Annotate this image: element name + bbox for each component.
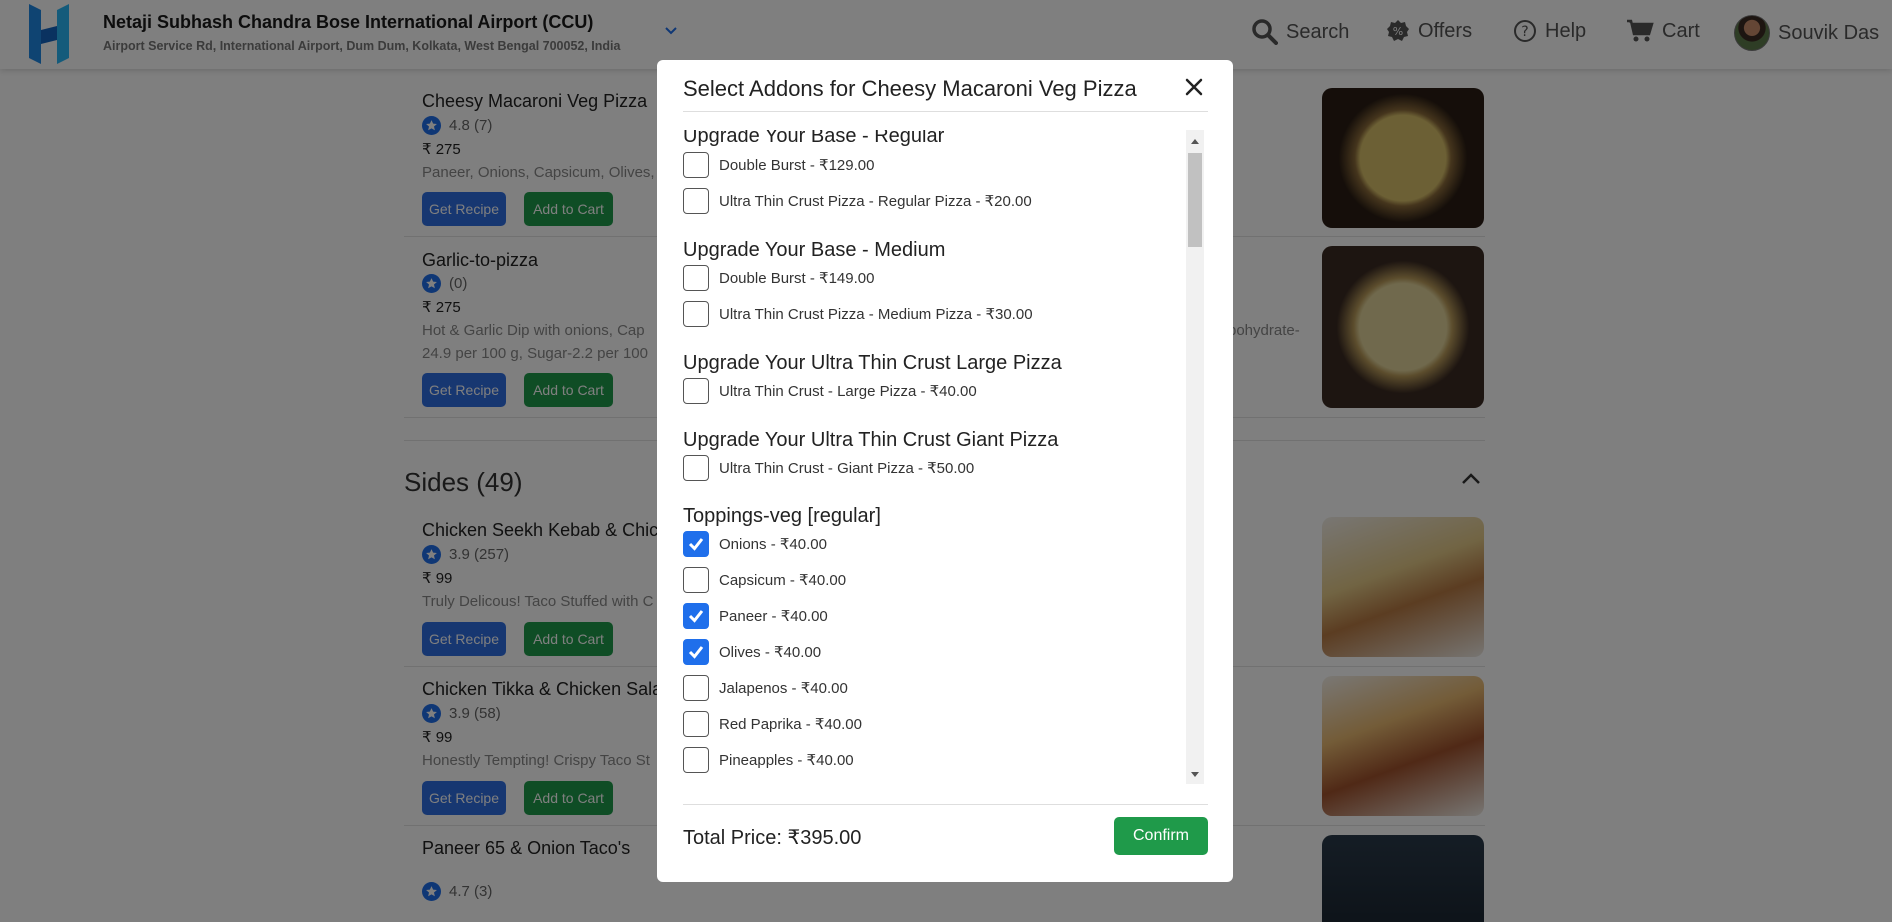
addon-group-title: Upgrade Your Ultra Thin Crust Giant Pizz…	[683, 429, 1059, 451]
checkbox[interactable]	[683, 378, 709, 404]
addon-group-title: Toppings-veg [regular]	[683, 505, 881, 527]
addon-option-label: Paneer - ₹40.00	[719, 608, 828, 625]
checkbox[interactable]	[683, 265, 709, 291]
checkbox[interactable]	[683, 747, 709, 773]
addon-option[interactable]: Double Burst - ₹129.00	[683, 152, 874, 178]
checkbox[interactable]	[683, 603, 709, 629]
addon-option[interactable]: Ultra Thin Crust - Large Pizza - ₹40.00	[683, 378, 977, 404]
total-price: Total Price: ₹395.00	[683, 827, 862, 849]
close-icon[interactable]	[1181, 74, 1207, 100]
addon-option[interactable]: Olives - ₹40.00	[683, 639, 821, 665]
addon-option[interactable]: Onions - ₹40.00	[683, 531, 827, 557]
checkbox[interactable]	[683, 531, 709, 557]
addon-option[interactable]: Ultra Thin Crust Pizza - Regular Pizza -…	[683, 188, 1032, 214]
addon-group-title: Upgrade Your Base - Medium	[683, 239, 946, 261]
scroll-up-arrow-icon[interactable]	[1190, 137, 1200, 145]
confirm-button[interactable]: Confirm	[1114, 817, 1208, 855]
addon-option-label: Ultra Thin Crust - Large Pizza - ₹40.00	[719, 383, 977, 400]
checkbox[interactable]	[683, 455, 709, 481]
addon-option-label: Red Paprika - ₹40.00	[719, 716, 862, 733]
addon-group-title: Upgrade Your Base - Regular	[683, 130, 945, 147]
addon-option-label: Ultra Thin Crust Pizza - Medium Pizza - …	[719, 306, 1033, 323]
addon-option-label: Pineapples - ₹40.00	[719, 752, 854, 769]
addons-modal: Select Addons for Cheesy Macaroni Veg Pi…	[657, 60, 1233, 882]
checkbox[interactable]	[683, 567, 709, 593]
addon-option-label: Double Burst - ₹149.00	[719, 270, 875, 287]
addon-option-label: Onions - ₹40.00	[719, 536, 827, 553]
divider	[683, 111, 1208, 112]
checkbox[interactable]	[683, 152, 709, 178]
addon-option-label: Double Burst - ₹129.00	[719, 157, 875, 174]
divider	[683, 804, 1208, 805]
check-icon	[688, 646, 704, 659]
addon-option[interactable]: Paneer - ₹40.00	[683, 603, 828, 629]
addon-option-label: Ultra Thin Crust Pizza - Regular Pizza -…	[719, 193, 1032, 210]
addon-option[interactable]: Ultra Thin Crust Pizza - Medium Pizza - …	[683, 301, 1033, 327]
addon-group-title: Upgrade Your Ultra Thin Crust Large Pizz…	[683, 352, 1062, 374]
modal-title: Select Addons for Cheesy Macaroni Veg Pi…	[683, 76, 1137, 101]
scrollbar-thumb[interactable]	[1188, 153, 1202, 247]
addon-option-label: Ultra Thin Crust - Giant Pizza - ₹50.00	[719, 460, 975, 477]
addon-option-label: Jalapenos - ₹40.00	[719, 680, 848, 697]
addon-option-label: Olives - ₹40.00	[719, 644, 822, 661]
scroll-down-arrow-icon[interactable]	[1190, 771, 1200, 779]
addons-scroll-area[interactable]: Upgrade Your Base - Regular Double Burst…	[683, 130, 1208, 785]
checkbox[interactable]	[683, 639, 709, 665]
check-icon	[688, 610, 704, 623]
addon-option[interactable]: Capsicum - ₹40.00	[683, 567, 846, 593]
checkbox[interactable]	[683, 675, 709, 701]
addon-option[interactable]: Double Burst - ₹149.00	[683, 265, 874, 291]
addon-option-label: Capsicum - ₹40.00	[719, 572, 847, 589]
checkbox[interactable]	[683, 301, 709, 327]
addon-option[interactable]: Ultra Thin Crust - Giant Pizza - ₹50.00	[683, 455, 974, 481]
addon-option[interactable]: Pineapples - ₹40.00	[683, 747, 854, 773]
check-icon	[688, 538, 704, 551]
addon-option[interactable]: Jalapenos - ₹40.00	[683, 675, 848, 701]
addon-option[interactable]: Red Paprika - ₹40.00	[683, 711, 862, 737]
checkbox[interactable]	[683, 711, 709, 737]
checkbox[interactable]	[683, 188, 709, 214]
